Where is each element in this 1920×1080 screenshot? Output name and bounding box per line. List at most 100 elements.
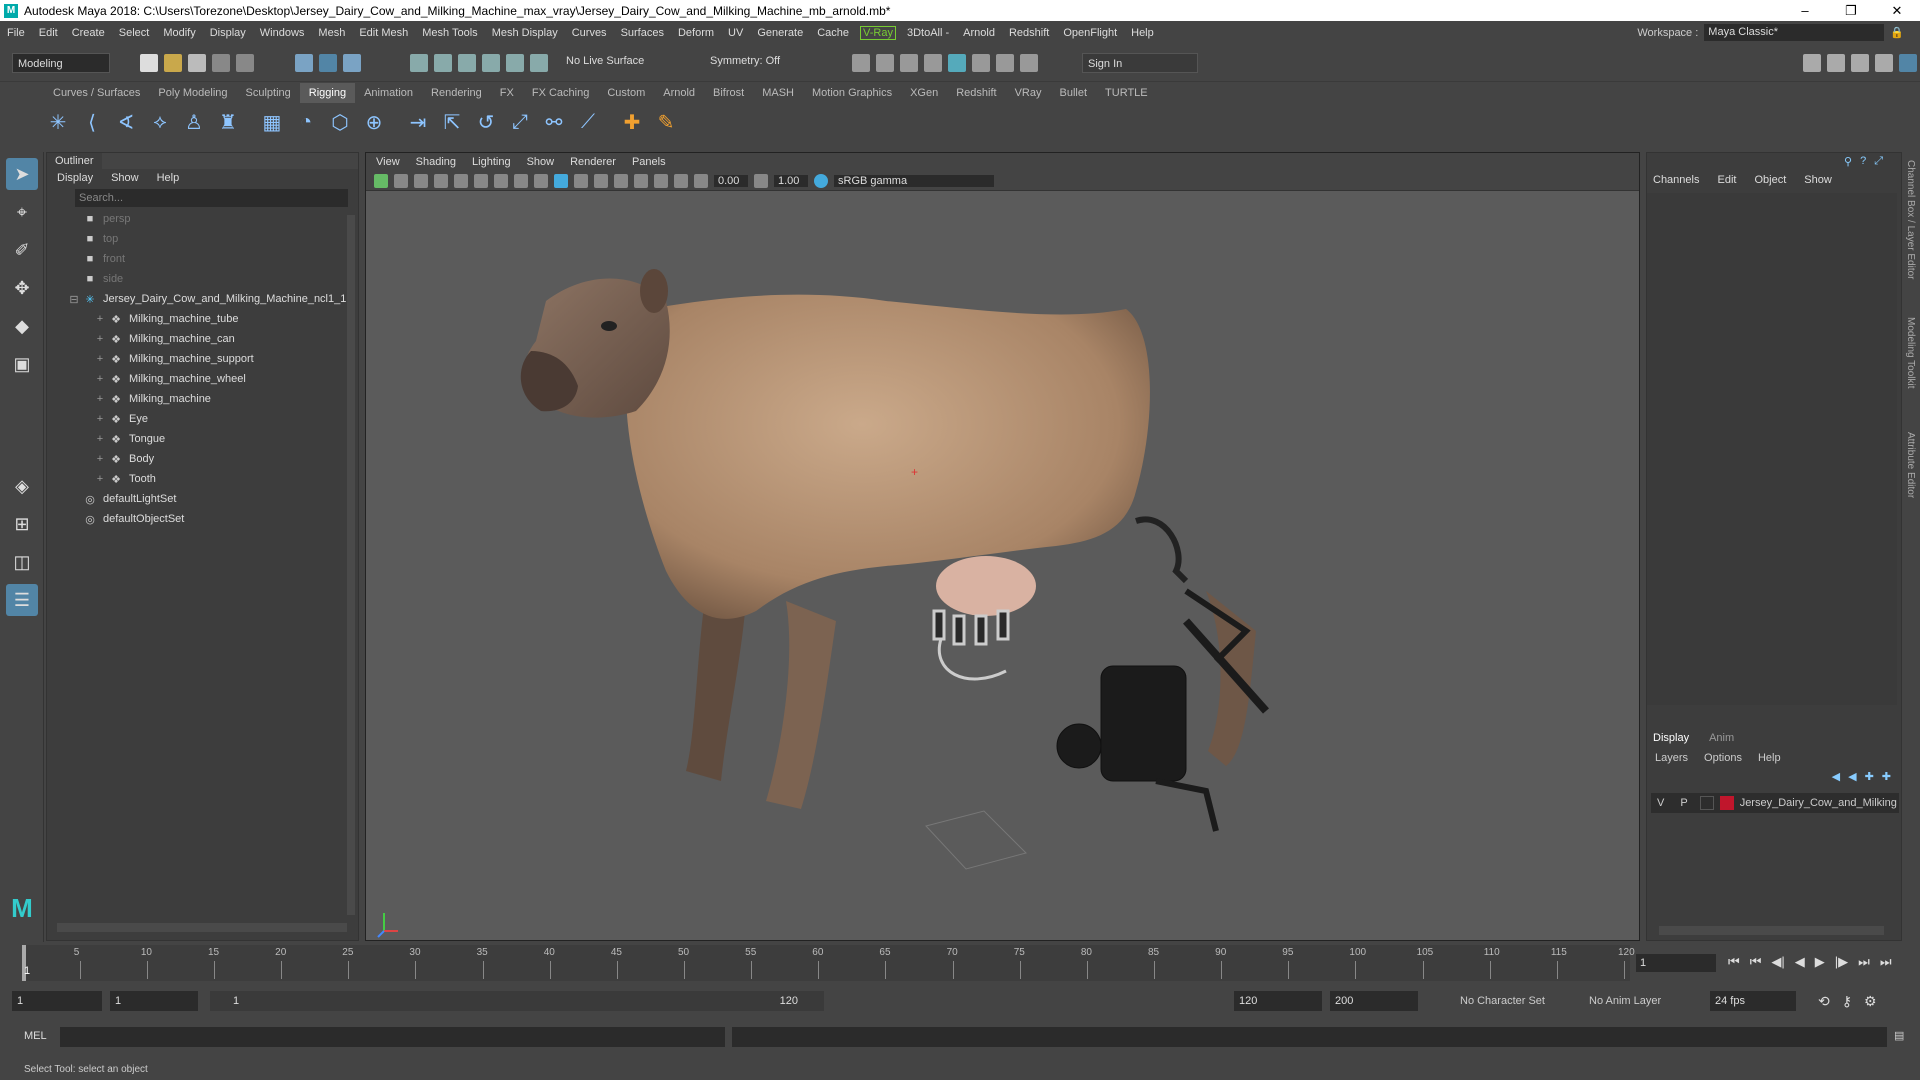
gamma-icon[interactable] — [754, 173, 768, 188]
snap-curve-icon[interactable] — [434, 54, 452, 72]
isolate-select-icon[interactable] — [654, 173, 668, 188]
layer-menu-options[interactable]: Options — [1704, 752, 1742, 764]
viewport-menu-panels[interactable]: Panels — [632, 156, 666, 168]
select-hierarchy-icon[interactable] — [295, 54, 313, 72]
vray-frame-icon[interactable] — [996, 54, 1014, 72]
four-view-icon[interactable]: ⊞ — [6, 508, 38, 540]
new-scene-icon[interactable] — [140, 54, 158, 72]
play-forward-icon[interactable]: ▶ — [1815, 954, 1825, 970]
tab-anim[interactable]: Anim — [1709, 732, 1734, 744]
channel-box-toggle-icon[interactable]: ⚲ — [1844, 155, 1852, 168]
lights-icon[interactable] — [594, 173, 608, 188]
snap-view-icon[interactable] — [482, 54, 500, 72]
hypershade-icon[interactable] — [924, 54, 942, 72]
restore-button[interactable]: ❐ — [1828, 0, 1874, 21]
layer-row[interactable]: V P Jersey_Dairy_Cow_and_Milking — [1651, 793, 1899, 813]
playback-end-field[interactable]: 120 — [1234, 991, 1322, 1011]
grid-toggle-icon[interactable] — [454, 173, 468, 188]
layer-playback-toggle[interactable]: P — [1680, 797, 1687, 809]
menu-mesh-tools[interactable]: Mesh Tools — [415, 27, 484, 39]
shelf-tab-turtle[interactable]: TURTLE — [1096, 83, 1157, 103]
move-tool-icon[interactable]: ✥ — [6, 272, 38, 304]
anim-layer-dropdown[interactable]: No Anim Layer — [1589, 995, 1661, 1007]
render-view-icon[interactable] — [972, 54, 990, 72]
layer-menu-layers[interactable]: Layers — [1655, 752, 1688, 764]
move-layer-down-icon[interactable]: ◀ — [1848, 770, 1856, 783]
skin-bind-icon[interactable]: ▦ — [258, 108, 286, 136]
select-component-icon[interactable] — [343, 54, 361, 72]
expand-icon[interactable]: + — [95, 473, 105, 485]
expand-icon[interactable]: + — [95, 453, 105, 465]
lock-icon[interactable]: 🔒 — [1890, 26, 1904, 39]
time-slider[interactable]: 1 5 10 15 20 25 30 35 40 45 50 55 60 65 70 75 80 85 90 95 1… — [0, 945, 1920, 981]
shelf-tab-animation[interactable]: Animation — [355, 83, 422, 103]
outliner-item-group[interactable]: ⊟ ✳ Jersey_Dairy_Cow_and_Milking_Machine_n… — [69, 289, 358, 309]
character-set-dropdown[interactable]: No Character Set — [1460, 995, 1545, 1007]
channel-menu-show[interactable]: Show — [1804, 174, 1832, 186]
locator-icon[interactable]: ✚ — [618, 108, 646, 136]
command-language-label[interactable]: MEL — [24, 1030, 47, 1042]
outliner-menu-show[interactable]: Show — [111, 172, 139, 184]
menu-arnold[interactable]: Arnold — [956, 27, 1002, 39]
expand-icon[interactable]: + — [95, 353, 105, 365]
shelf-tab-rigging[interactable]: Rigging — [299, 83, 356, 103]
channel-menu-edit[interactable]: Edit — [1717, 174, 1736, 186]
outliner-item-mesh[interactable]: + ❖ Milking_machine_support — [95, 349, 358, 369]
outliner-item-top[interactable]: ■ top — [83, 229, 358, 249]
outliner-horizontal-scrollbar[interactable] — [57, 923, 347, 932]
channel-box-help-icon[interactable]: ? — [1860, 155, 1866, 168]
menu-3dtoall[interactable]: 3DtoAll - — [900, 27, 956, 39]
scale-constraint-icon[interactable]: ⤢ — [506, 108, 534, 136]
menu-generate[interactable]: Generate — [750, 27, 810, 39]
shelf-tab-arnold[interactable]: Arnold — [654, 83, 704, 103]
menu-modify[interactable]: Modify — [156, 27, 202, 39]
shelf-tab-fx[interactable]: FX — [491, 83, 523, 103]
ambient-occlusion-icon[interactable] — [634, 173, 648, 188]
loop-icon[interactable]: ⟲ — [1818, 993, 1830, 1010]
save-scene-icon[interactable] — [188, 54, 206, 72]
new-layer-selected-icon[interactable]: ✚ — [1882, 770, 1891, 783]
menu-edit[interactable]: Edit — [32, 27, 65, 39]
shelf-tab-bifrost[interactable]: Bifrost — [704, 83, 753, 103]
quick-rig-icon[interactable]: ♙ — [180, 108, 208, 136]
outliner-vertical-scrollbar[interactable] — [347, 215, 355, 915]
expand-icon[interactable]: + — [95, 333, 105, 345]
auto-key-icon[interactable]: ⚷ — [1842, 993, 1852, 1010]
orient-constraint-icon[interactable]: ↺ — [472, 108, 500, 136]
rotate-tool-icon[interactable]: ◆ — [6, 310, 38, 342]
layer-name[interactable]: Jersey_Dairy_Cow_and_Milking — [1740, 797, 1897, 809]
animation-start-field[interactable]: 1 — [12, 991, 102, 1011]
shelf-tab-custom[interactable]: Custom — [598, 83, 654, 103]
snap-surface-icon[interactable] — [506, 54, 524, 72]
close-button[interactable]: ✕ — [1874, 0, 1920, 21]
menu-vray[interactable]: V-Ray — [860, 25, 896, 40]
sign-in-button[interactable]: Sign In — [1082, 53, 1198, 73]
shelf-tab-xgen[interactable]: XGen — [901, 83, 947, 103]
menu-openflight[interactable]: OpenFlight — [1056, 27, 1124, 39]
shelf-tab-fx-caching[interactable]: FX Caching — [523, 83, 598, 103]
menu-deform[interactable]: Deform — [671, 27, 721, 39]
menu-mesh[interactable]: Mesh — [311, 27, 352, 39]
expand-icon[interactable]: + — [95, 413, 105, 425]
outliner-item-set[interactable]: ◎ defaultObjectSet — [83, 509, 358, 529]
ik-handle-icon[interactable]: ⟡ — [146, 108, 174, 136]
range-slider[interactable]: 1 120 — [210, 991, 824, 1011]
outliner-item-mesh[interactable]: + ❖ Eye — [95, 409, 358, 429]
select-tool-icon[interactable]: ➤ — [6, 158, 38, 190]
layer-menu-help[interactable]: Help — [1758, 752, 1781, 764]
menu-file[interactable]: File — [0, 27, 32, 39]
viewport-menu-lighting[interactable]: Lighting — [472, 156, 511, 168]
expand-icon[interactable]: + — [95, 373, 105, 385]
snap-grid-icon[interactable] — [410, 54, 428, 72]
outliner-item-mesh[interactable]: + ❖ Milking_machine_can — [95, 329, 358, 349]
shelf-tab-curves-surfaces[interactable]: Curves / Surfaces — [44, 83, 149, 103]
menu-edit-mesh[interactable]: Edit Mesh — [352, 27, 415, 39]
outliner-menu-display[interactable]: Display — [57, 172, 93, 184]
pole-vector-icon[interactable]: ⟋ — [574, 108, 602, 136]
render-current-icon[interactable] — [852, 54, 870, 72]
cluster-icon[interactable]: ⊕ — [360, 108, 388, 136]
camera-attributes-icon[interactable] — [394, 173, 408, 188]
lattice-icon[interactable]: ⬡ — [326, 108, 354, 136]
film-gate-icon[interactable] — [474, 173, 488, 188]
menu-select[interactable]: Select — [112, 27, 157, 39]
